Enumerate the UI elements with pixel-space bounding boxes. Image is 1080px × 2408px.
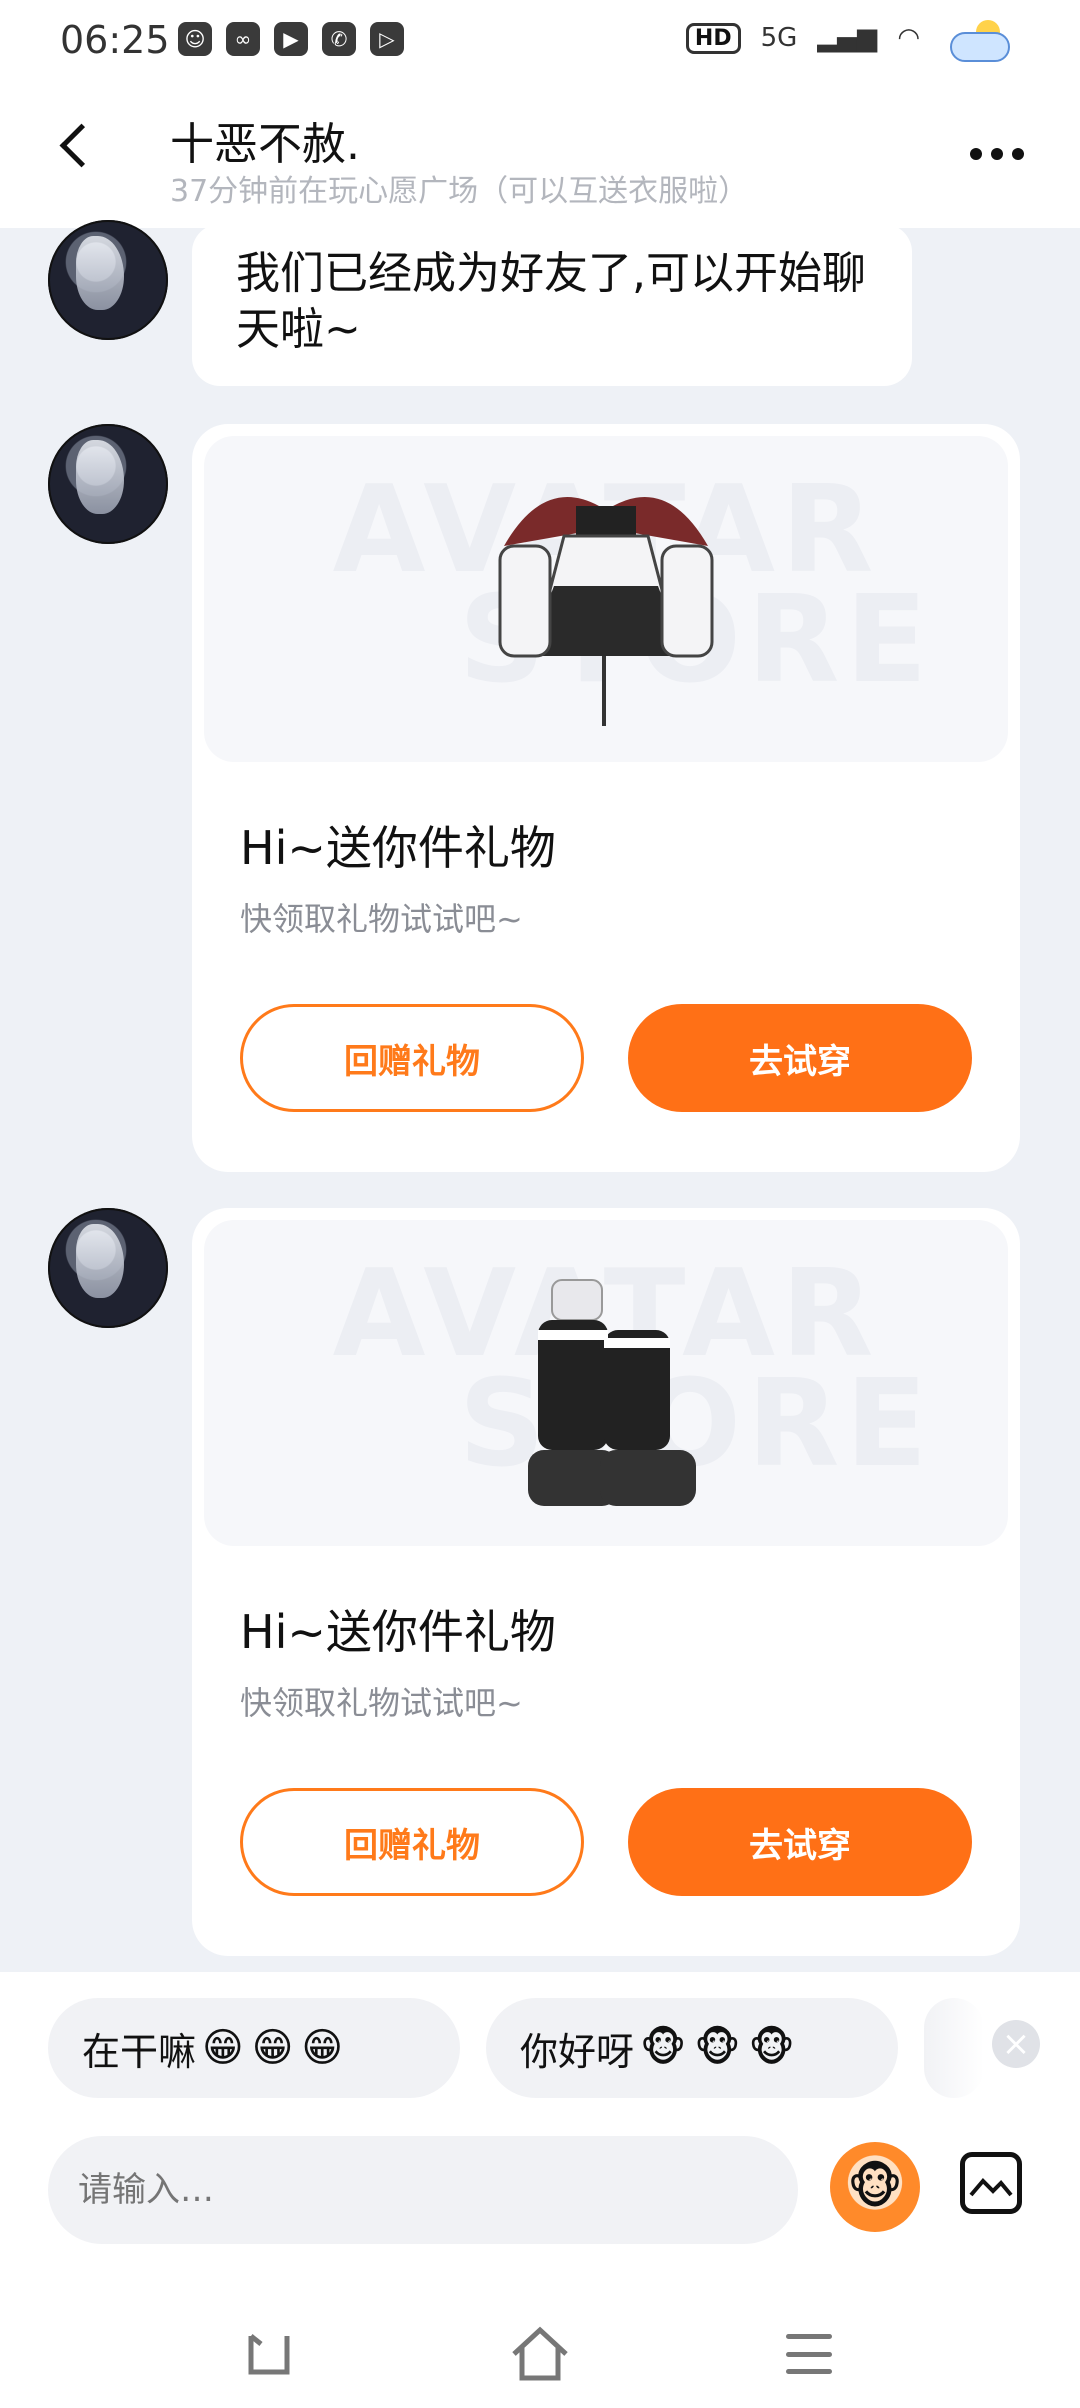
quick-reply-chip[interactable]: 在干嘛 😁😁😁 xyxy=(48,1998,460,2098)
app-notification-icon: ▶ xyxy=(274,22,308,56)
wifi-icon: ◠ xyxy=(897,23,920,53)
avatar[interactable] xyxy=(48,1208,168,1328)
boots-icon xyxy=(528,1279,696,1506)
gift-image[interactable]: AVATAR STORE xyxy=(204,436,1008,762)
gift-description: 快领取礼物试试吧~ xyxy=(240,1684,523,1722)
quick-reply-text: 你好呀 xyxy=(520,2029,635,2074)
avatar[interactable] xyxy=(48,220,168,340)
gift-title: Hi~送你件礼物 xyxy=(240,1605,556,1659)
chat-subtitle: 37分钟前在玩心愿广场（可以互送衣服啦） xyxy=(170,174,749,209)
app-notification-icon: ▷ xyxy=(370,22,404,56)
message-bubble: 我们已经成为好友了,可以开始聊天啦~ xyxy=(192,224,912,386)
gift-image[interactable]: AVATAR STORE xyxy=(204,1220,1008,1546)
weather-icon xyxy=(940,18,1010,62)
nav-menu-icon[interactable] xyxy=(786,2334,832,2374)
avatar[interactable] xyxy=(48,424,168,544)
sticker-icon[interactable]: 🐵 xyxy=(830,2142,920,2232)
monkey-emoji-icon: 🐵🐵🐵 xyxy=(640,2025,803,2071)
close-icon[interactable]: × xyxy=(992,2020,1040,2068)
gift-description: 快领取礼物试试吧~ xyxy=(240,900,523,938)
chat-title: 十恶不赦. xyxy=(170,119,360,170)
back-arrow-icon[interactable] xyxy=(56,124,96,164)
try-on-button[interactable]: 去试穿 xyxy=(628,1004,972,1112)
app-notification-icon: ☺ xyxy=(178,22,212,56)
return-gift-button[interactable]: 回赠礼物 xyxy=(240,1788,584,1896)
more-options-icon[interactable] xyxy=(970,148,1024,160)
app-notification-icon: ∞ xyxy=(226,22,260,56)
grin-emoji-icon: 😁😁😁 xyxy=(202,2025,352,2071)
quick-reply-list: 在干嘛 😁😁😁 你好呀 🐵🐵🐵 xyxy=(48,1998,1080,2098)
status-time: 06:25 xyxy=(60,18,170,62)
gift-title: Hi~送你件礼物 xyxy=(240,821,556,875)
status-bar: 06:25 ☺ ∞ ▶ ✆ ▷ HD 5G ▂▄▆ ◠ xyxy=(0,0,1080,80)
nav-back-icon[interactable] xyxy=(245,2332,291,2376)
top-bar: 06:25 ☺ ∞ ▶ ✆ ▷ HD 5G ▂▄▆ ◠ 十恶不赦. 37分钟前在… xyxy=(0,0,1080,228)
try-on-button[interactable]: 去试穿 xyxy=(628,1788,972,1896)
signal-icon: ▂▄▆ xyxy=(817,23,878,53)
network-label: 5G xyxy=(760,23,798,53)
system-nav-bar xyxy=(0,2300,1080,2408)
return-gift-button[interactable]: 回赠礼物 xyxy=(240,1004,584,1112)
gift-card: AVATAR STORE Hi~送你件礼物 快领取礼物试试吧~ 回赠礼物 去试穿 xyxy=(192,1208,1020,1956)
missed-call-icon: ✆ xyxy=(322,22,356,56)
nav-home-icon[interactable] xyxy=(510,2324,570,2384)
quick-reply-chip[interactable]: 你好呀 🐵🐵🐵 xyxy=(486,1998,898,2098)
notification-icons: ☺ ∞ ▶ ✆ ▷ xyxy=(178,22,404,56)
image-icon[interactable] xyxy=(960,2152,1022,2214)
quick-reply-text: 在干嘛 xyxy=(82,2029,197,2074)
system-icons: HD 5G ▂▄▆ ◠ xyxy=(685,18,1010,62)
message-input[interactable] xyxy=(48,2136,798,2244)
hd-badge: HD xyxy=(685,22,741,54)
dress-icon xyxy=(498,497,714,726)
quick-reply-chip-partial[interactable] xyxy=(924,1998,984,2098)
gift-card: AVATAR STORE Hi~送你件礼物 快领取礼物试试吧~ 回赠礼物 去试穿 xyxy=(192,424,1020,1172)
message-text: 我们已经成为好友了,可以开始聊天啦~ xyxy=(236,248,866,355)
